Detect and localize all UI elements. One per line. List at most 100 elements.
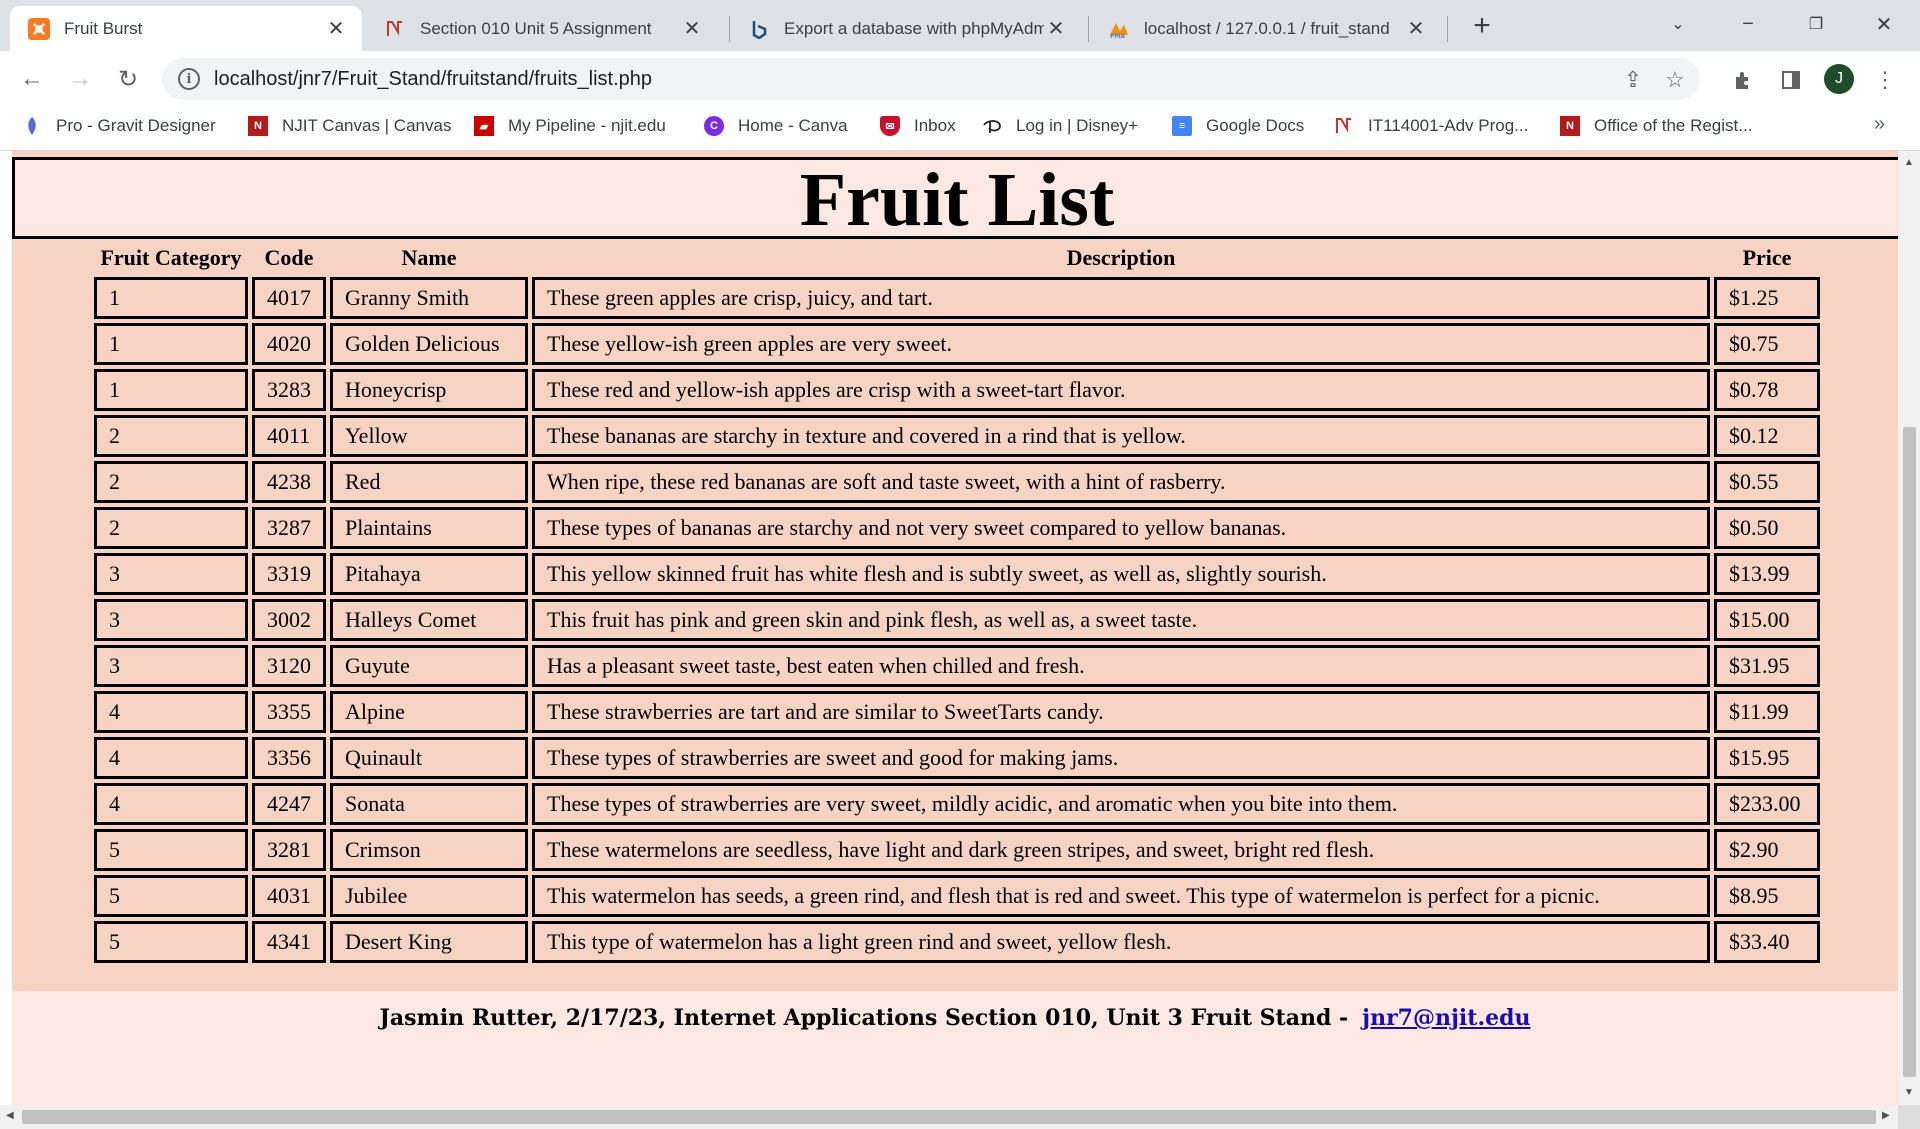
cell-price: $33.40 [1714, 921, 1820, 963]
cell-code: 3356 [252, 737, 326, 779]
vertical-scrollbar[interactable]: ▲ ▼ [1898, 151, 1920, 1105]
reload-icon[interactable]: ↻ [110, 61, 146, 97]
bookmark-label: Pro - Gravit Designer [56, 116, 216, 135]
tab-fruit-burst[interactable]: Fruit Burst ✕ [10, 6, 362, 51]
cell-code: 3002 [252, 599, 326, 641]
close-tab-icon[interactable]: ✕ [1044, 17, 1068, 41]
cell-category: 1 [94, 369, 248, 411]
bookmark-my-pipeline[interactable]: ▰ My Pipeline - njit.edu [474, 107, 666, 145]
cell-price: $8.95 [1714, 875, 1820, 917]
close-tab-icon[interactable]: ✕ [324, 17, 348, 41]
xampp-icon [28, 17, 50, 40]
table-row: 1 4020 Golden Delicious These yellow-ish gr… [94, 323, 1820, 365]
cell-category: 2 [94, 507, 248, 549]
tab-phpmyadmin[interactable]: PMA localhost / 127.0.0.1 / fruit_stand … [1090, 6, 1442, 51]
cell-category: 4 [94, 783, 248, 825]
tab-section-010[interactable]: Section 010 Unit 5 Assignment ✕ [366, 6, 718, 51]
cell-name: Jubilee [330, 875, 528, 917]
cell-category: 3 [94, 599, 248, 641]
cell-category: 1 [94, 323, 248, 365]
table-row: 3 3120 Guyute Has a pleasant sweet taste, b… [94, 645, 1820, 687]
page-title: Fruit List [799, 158, 1115, 242]
cell-price: $0.55 [1714, 461, 1820, 503]
bookmark-label: Home - Canva [738, 116, 848, 135]
cell-category: 3 [94, 553, 248, 595]
new-tab-button[interactable]: + [1466, 9, 1498, 42]
canva-icon: C [704, 116, 724, 136]
close-tab-icon[interactable]: ✕ [1404, 17, 1428, 41]
cell-category: 5 [94, 829, 248, 871]
bookmark-label: Log in | Disney+ [1016, 116, 1139, 135]
close-window-icon[interactable]: ✕ [1862, 8, 1906, 40]
cell-description: Has a pleasant sweet taste, best eaten w… [532, 645, 1710, 687]
vertical-scroll-thumb[interactable] [1903, 427, 1916, 1077]
cell-category: 5 [94, 875, 248, 917]
cell-price: $31.95 [1714, 645, 1820, 687]
url-text[interactable]: localhost/jnr7/Fruit_Stand/fruitstand/fr… [214, 68, 652, 91]
bookmark-canva[interactable]: C Home - Canva [704, 107, 848, 145]
cell-name: Honeycrisp [330, 369, 528, 411]
bookmark-njit-canvas[interactable]: N NJIT Canvas | Canvas [248, 107, 451, 145]
cell-name: Yellow [330, 415, 528, 457]
fruit-table: Fruit Category Code Name Description Pri… [90, 239, 1824, 967]
bookmark-gravit[interactable]: Pro - Gravit Designer [22, 107, 216, 145]
cell-name: Quinault [330, 737, 528, 779]
cell-category: 1 [94, 277, 248, 319]
bookmark-disney[interactable]: Log in | Disney+ [982, 107, 1138, 145]
bookmark-it114[interactable]: IT114001-Adv Prog... [1334, 107, 1528, 145]
tab-separator [1447, 16, 1448, 42]
cell-name: Desert King [330, 921, 528, 963]
profile-avatar[interactable]: J [1824, 64, 1854, 94]
cell-code: 4017 [252, 277, 326, 319]
cell-code: 3287 [252, 507, 326, 549]
footer-email-link[interactable]: jnr7@njit.edu [1362, 1005, 1530, 1031]
back-icon[interactable]: ← [14, 61, 50, 97]
share-icon[interactable]: ⇪ [1620, 67, 1646, 93]
site-info-icon[interactable]: i [178, 68, 200, 90]
table-row: 1 3283 Honeycrisp These red and yellow-ish … [94, 369, 1820, 411]
tab-title: Fruit Burst [64, 18, 143, 38]
table-row: 5 4341 Desert King This type of watermelon … [94, 921, 1820, 963]
browser-toolbar: ← → ↻ i localhost/jnr7/Fruit_Stand/fruit… [0, 51, 1920, 107]
horizontal-scrollbar[interactable]: ◀ ▶ [0, 1105, 1898, 1129]
bookmark-google-docs[interactable]: ≡ Google Docs [1172, 107, 1304, 145]
cell-code: 3283 [252, 369, 326, 411]
scrollbar-corner [1898, 1105, 1920, 1129]
cell-category: 2 [94, 461, 248, 503]
cell-description: This type of watermelon has a light gree… [532, 921, 1710, 963]
table-row: 3 3319 Pitahaya This yellow skinned fruit h… [94, 553, 1820, 595]
tab-search-icon[interactable]: ⌄ [1656, 8, 1700, 40]
scroll-right-icon[interactable]: ▶ [1882, 1110, 1890, 1121]
menu-kebab-icon[interactable]: ⋮ [1872, 67, 1898, 93]
side-panel-icon[interactable] [1778, 67, 1804, 93]
bookmark-registrar[interactable]: N Office of the Regist... [1560, 107, 1752, 145]
cell-code: 3355 [252, 691, 326, 733]
cell-description: These bananas are starchy in texture and… [532, 415, 1710, 457]
restore-icon[interactable]: ❐ [1794, 8, 1838, 40]
tab-export-database[interactable]: Export a database with phpMyAdmin ✕ [730, 6, 1082, 51]
horizontal-scroll-thumb[interactable] [22, 1110, 1876, 1124]
minimize-icon[interactable]: − [1726, 8, 1770, 40]
scroll-down-icon[interactable]: ▼ [1904, 1087, 1914, 1098]
scroll-up-icon[interactable]: ▲ [1904, 157, 1914, 168]
scroll-left-icon[interactable]: ◀ [6, 1110, 14, 1121]
cell-price: $0.12 [1714, 415, 1820, 457]
bookmark-label: My Pipeline - njit.edu [508, 116, 666, 135]
page-viewport: Fruit List Fruit Category Code Name Desc… [0, 151, 1898, 1105]
bookmarks-overflow-icon[interactable]: » [1874, 113, 1885, 136]
bookmark-inbox[interactable]: ✉ Inbox [880, 107, 956, 145]
forward-icon[interactable]: → [62, 61, 98, 97]
bookmark-star-icon[interactable]: ☆ [1662, 67, 1688, 93]
address-bar[interactable]: i localhost/jnr7/Fruit_Stand/fruitstand/… [162, 58, 1700, 100]
cell-description: This yellow skinned fruit has white fles… [532, 553, 1710, 595]
extensions-icon[interactable] [1730, 67, 1756, 93]
cell-description: These types of strawberries are very swe… [532, 783, 1710, 825]
table-row: 3 3002 Halleys Comet This fruit has pink an… [94, 599, 1820, 641]
cell-description: These yellow-ish green apples are very s… [532, 323, 1710, 365]
cell-price: $15.00 [1714, 599, 1820, 641]
cell-category: 2 [94, 415, 248, 457]
close-tab-icon[interactable]: ✕ [680, 17, 704, 41]
phpmyadmin-icon: PMA [1108, 18, 1130, 40]
pipeline-icon: ▰ [474, 116, 494, 136]
njit-canvas-icon [384, 18, 406, 40]
